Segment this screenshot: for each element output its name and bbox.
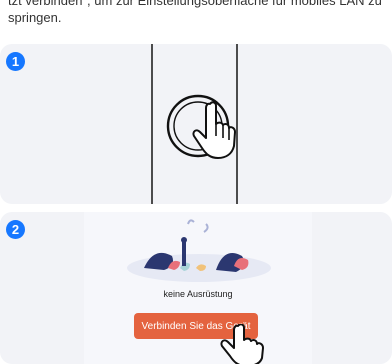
- app-screen-mockup: keine Ausrüstung Verbinden Sie das Gerät: [84, 212, 312, 364]
- step-2-card: 2 keine Ausrüstung Verbinden Sie das Ger…: [0, 212, 392, 364]
- step-2-badge: 2: [6, 220, 25, 239]
- instruction-text: tzt verbinden", um zur Einstellungsoberf…: [8, 0, 382, 25]
- empty-state-label: keine Ausrüstung: [163, 289, 233, 299]
- step-1-card: 1: [0, 44, 392, 204]
- empty-state-illustration: [127, 219, 271, 282]
- hand-pointer-icon: [220, 324, 264, 364]
- device-button-illustration: [151, 44, 238, 204]
